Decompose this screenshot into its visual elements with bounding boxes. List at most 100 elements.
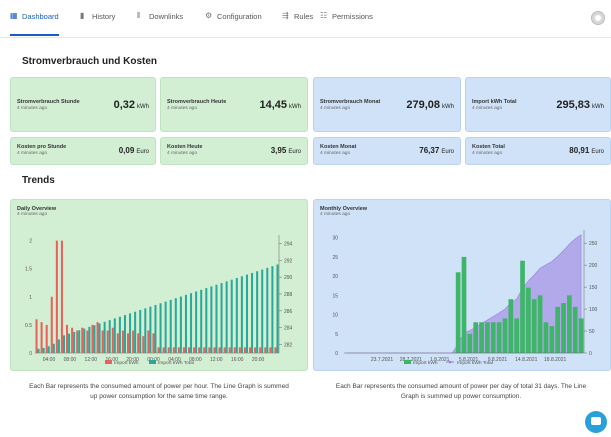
bar-import-kwh bbox=[549, 326, 555, 353]
card-value-unit: Euro bbox=[288, 149, 301, 155]
bar-import-kwh bbox=[461, 256, 467, 353]
card-value-unit: kWh bbox=[289, 104, 301, 110]
tab-dashboard[interactable]: ▦ Dashboard bbox=[10, 12, 59, 36]
x-tick-label: 14.8.2021 bbox=[515, 357, 537, 363]
bar-import-kwh bbox=[111, 327, 114, 353]
bar-import-kwh-total bbox=[159, 303, 162, 353]
bar-import-kwh-total bbox=[184, 294, 187, 353]
bar-import-kwh bbox=[274, 347, 277, 353]
bar-chart-icon: ▮ bbox=[80, 11, 85, 20]
bar-import-kwh bbox=[243, 347, 246, 353]
card-value-unit: Euro bbox=[441, 149, 454, 155]
bar-import-kwh bbox=[106, 330, 109, 353]
bar-import-kwh-total bbox=[235, 277, 238, 353]
card-value-unit: Euro bbox=[591, 149, 604, 155]
tab-history[interactable]: ▮ History bbox=[80, 12, 115, 36]
bar-import-kwh bbox=[238, 347, 241, 353]
bar-import-kwh bbox=[526, 287, 531, 353]
bar-import-kwh-total bbox=[179, 296, 182, 353]
card-value-number: 80,91 bbox=[569, 146, 590, 155]
card-title: Import kWh Total bbox=[472, 99, 517, 105]
y-left-tick-label: 0.5 bbox=[25, 323, 32, 329]
card-subtitle: 4 minutes ago bbox=[17, 106, 48, 111]
bar-import-kwh bbox=[198, 347, 201, 353]
bar-import-kwh-total bbox=[144, 308, 147, 353]
bar-import-kwh-total bbox=[271, 266, 274, 353]
card-title: Kosten Heute bbox=[167, 144, 203, 150]
bar-import-kwh-total bbox=[139, 310, 142, 353]
bar-import-kwh-total bbox=[190, 293, 193, 353]
y-right-tick-label: 292 bbox=[284, 258, 293, 264]
card-value-number: 295,83 bbox=[556, 99, 590, 111]
bar-import-kwh bbox=[60, 240, 63, 353]
bar-import-kwh-total bbox=[200, 289, 203, 353]
card-title: Kosten Total bbox=[472, 144, 505, 150]
legend-label-import-kwh: Import kWh bbox=[413, 360, 438, 366]
bar-import-kwh bbox=[537, 295, 543, 353]
card-subtitle: 4 minutes ago bbox=[472, 151, 503, 156]
bar-import-kwh-total bbox=[225, 281, 228, 353]
tab-permissions[interactable]: ☷ Permissions bbox=[320, 12, 373, 36]
bar-import-kwh bbox=[193, 347, 196, 353]
bar-import-kwh bbox=[40, 322, 43, 353]
y-right-tick-label: 150 bbox=[589, 285, 598, 291]
y-right-tick-label: 288 bbox=[284, 292, 293, 298]
tab-downlinks[interactable]: ⦀ Downlinks bbox=[137, 12, 183, 36]
bar-import-kwh bbox=[182, 347, 185, 353]
bar-import-kwh bbox=[473, 322, 479, 353]
bar-import-kwh bbox=[167, 347, 170, 353]
y-right-tick-label: 290 bbox=[284, 275, 293, 281]
bar-import-kwh bbox=[50, 296, 53, 353]
bar-import-kwh bbox=[76, 330, 79, 353]
bar-import-kwh bbox=[555, 306, 560, 353]
legend-label-import-kwh-total: Import kWh Total bbox=[158, 360, 194, 366]
profile-toggle-button[interactable] bbox=[591, 11, 605, 25]
bar-import-kwh-total bbox=[169, 299, 172, 353]
bar-import-kwh bbox=[91, 324, 94, 353]
legend-swatch-import-kwh bbox=[404, 360, 411, 364]
bar-import-kwh bbox=[203, 347, 206, 353]
bar-import-kwh bbox=[249, 347, 252, 353]
users-icon: ☷ bbox=[320, 11, 328, 20]
card-value-number: 3,95 bbox=[270, 146, 287, 155]
bar-import-kwh-total bbox=[210, 286, 213, 353]
bar-import-kwh bbox=[269, 347, 272, 353]
bar-import-kwh bbox=[66, 324, 69, 353]
top-nav: ▦ Dashboard ▮ History ⦀ Downlinks ⚙ Conf… bbox=[0, 0, 611, 38]
bar-import-kwh-total bbox=[245, 274, 248, 353]
x-tick-label: 12:00 bbox=[210, 357, 223, 363]
gear-icon: ⚙ bbox=[205, 11, 213, 20]
card-kosten-total: Kosten Total 4 minutes ago 80,91 Euro bbox=[465, 137, 611, 165]
costs-section-title: Stromverbrauch und Kosten bbox=[22, 56, 158, 67]
bar-import-kwh bbox=[157, 347, 160, 353]
tab-label: Configuration bbox=[217, 12, 262, 21]
card-title: Kosten Monat bbox=[320, 144, 357, 150]
x-tick-label: 04:00 bbox=[43, 357, 56, 363]
tab-rules[interactable]: ⇶ Rules bbox=[282, 12, 313, 36]
tab-configuration[interactable]: ⚙ Configuration bbox=[205, 12, 262, 36]
card-value: 3,95 Euro bbox=[271, 146, 301, 155]
card-value: 279,08 kWh bbox=[406, 99, 454, 111]
y-left-tick-label: 1 bbox=[29, 295, 32, 301]
card-value-number: 76,37 bbox=[419, 146, 440, 155]
bar-import-kwh-total bbox=[266, 267, 269, 353]
y-right-tick-label: 286 bbox=[284, 309, 293, 315]
y-left-tick-label: 1.5 bbox=[25, 267, 32, 273]
bar-import-kwh bbox=[496, 322, 502, 353]
bar-import-kwh-total bbox=[261, 269, 264, 353]
bar-import-kwh bbox=[132, 330, 135, 353]
bar-import-kwh-total bbox=[78, 330, 81, 353]
card-value-number: 279,08 bbox=[406, 99, 440, 111]
bar-import-kwh-total bbox=[47, 346, 50, 353]
tab-label: Permissions bbox=[332, 12, 373, 21]
card-value: 0,32 kWh bbox=[114, 99, 149, 111]
card-value: 76,37 Euro bbox=[419, 146, 454, 155]
card-value-unit: Euro bbox=[136, 149, 149, 155]
y-right-tick-label: 284 bbox=[284, 326, 293, 332]
bar-import-kwh bbox=[35, 319, 38, 353]
chat-button[interactable] bbox=[585, 411, 607, 433]
bar-import-kwh bbox=[455, 272, 461, 353]
bar-import-kwh-total bbox=[37, 348, 40, 353]
bar-import-kwh-total bbox=[251, 272, 254, 353]
bar-import-kwh bbox=[213, 347, 216, 353]
